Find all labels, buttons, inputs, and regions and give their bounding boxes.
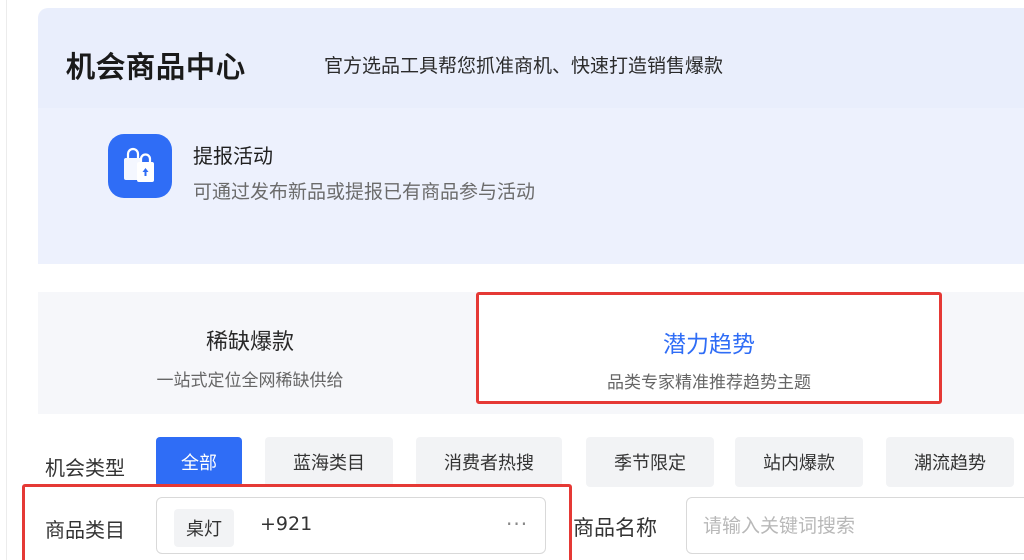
activity-title[interactable]: 提报活动 bbox=[193, 140, 273, 169]
tab-potential-trend[interactable]: 潜力趋势 品类专家精准推荐趋势主题 bbox=[476, 292, 942, 404]
tab-scarce-hot[interactable]: 稀缺爆款 一站式定位全网稀缺供给 bbox=[110, 292, 390, 414]
chip-consumer-hot-search[interactable]: 消费者热搜 bbox=[416, 437, 562, 487]
category-label: 商品类目 bbox=[45, 518, 125, 542]
page-title: 机会商品中心 bbox=[66, 50, 247, 84]
shopping-bag-icon[interactable] bbox=[108, 134, 172, 198]
category-more-count: +921 bbox=[260, 513, 313, 535]
chip-seasonal[interactable]: 季节限定 bbox=[586, 437, 714, 487]
product-name-input[interactable] bbox=[686, 497, 1024, 554]
tab-description: 品类专家精准推荐趋势主题 bbox=[607, 373, 811, 393]
opportunity-type-label: 机会类型 bbox=[45, 456, 125, 480]
page-left-divider bbox=[6, 0, 7, 560]
product-name-label: 商品名称 bbox=[573, 516, 657, 540]
more-icon[interactable]: ··· bbox=[506, 512, 528, 536]
category-tag[interactable]: 桌灯 bbox=[174, 509, 234, 547]
tab-title: 潜力趋势 bbox=[663, 332, 755, 358]
activity-description: 可通过发布新品或提报已有商品参与活动 bbox=[193, 181, 536, 203]
chip-site-bestseller[interactable]: 站内爆款 bbox=[735, 437, 863, 487]
page-subtitle: 官方选品工具帮您抓准商机、快速打造销售爆款 bbox=[324, 55, 724, 77]
chip-blue-ocean[interactable]: 蓝海类目 bbox=[265, 437, 393, 487]
chip-all[interactable]: 全部 bbox=[156, 437, 242, 487]
tab-description: 一站式定位全网稀缺供给 bbox=[156, 371, 344, 391]
chip-trend[interactable]: 潮流趋势 bbox=[886, 437, 1014, 487]
tab-title: 稀缺爆款 bbox=[205, 330, 294, 355]
